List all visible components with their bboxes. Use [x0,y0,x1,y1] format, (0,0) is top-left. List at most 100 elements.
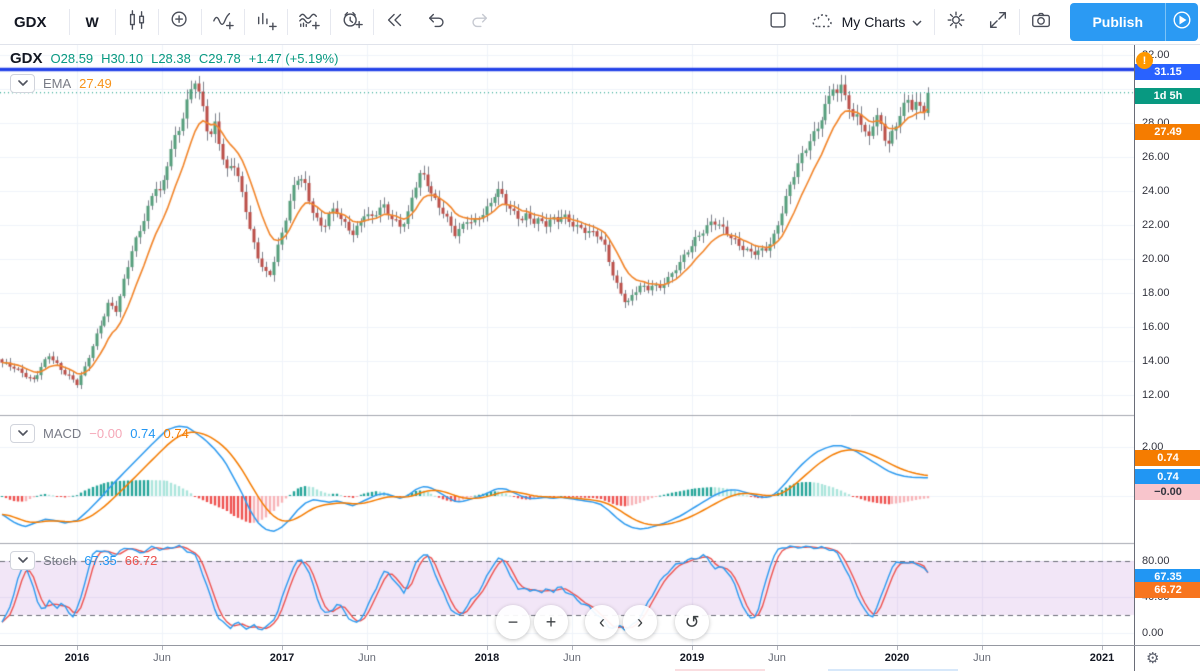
camera-icon [1030,9,1052,36]
time-axis-label: Jun [358,652,376,664]
time-axis-tick [282,646,283,650]
compare-button[interactable] [159,3,201,41]
bar-replay-button[interactable] [374,3,416,41]
axis-price-badge: 1d 5h [1135,88,1200,104]
ema-collapse-button[interactable] [10,74,35,93]
chart-canvas[interactable] [0,45,1134,645]
replay-rewind-icon [384,9,406,36]
time-axis-tick [1102,646,1103,650]
time-axis-label: 2016 [65,652,89,664]
scroll-left-button[interactable]: ‹ [585,605,619,639]
fullscreen-icon [987,9,1009,36]
publish-idea-menu-button[interactable] [1165,3,1198,41]
my-charts-label: My Charts [842,14,906,30]
axis-tick-label: 16.00 [1142,321,1170,333]
axis-price-badge: 0.74 [1135,450,1200,466]
time-axis-tick [487,646,488,650]
axis-tick-label: 12.00 [1142,389,1170,401]
chevron-down-icon [912,14,922,30]
ema-value: 27.49 [79,76,112,91]
time-axis-tick [367,646,368,650]
axis-tick-label: 14.00 [1142,355,1170,367]
time-axis-label: 2017 [270,652,294,664]
fullscreen-button[interactable] [977,3,1019,41]
stoch-collapse-button[interactable] [10,551,35,570]
zoom-in-button[interactable]: + [534,605,568,639]
legend-close: C29.78 [199,51,241,66]
publish-button[interactable]: Publish [1070,3,1165,41]
gear-icon [945,9,967,36]
reset-view-button[interactable]: ↺ [675,605,709,639]
symbol-search-button[interactable]: GDX [0,14,69,31]
undo-icon [426,9,448,36]
bar-pattern-add-icon [255,9,277,36]
candlestick-style-button[interactable] [116,3,158,41]
time-axis-label: 2021 [1090,652,1114,664]
macd-signal-value: 0.74 [164,426,189,441]
redo-icon [468,9,490,36]
time-axis-tick [162,646,163,650]
axis-price-badge: −0.00 [1135,484,1200,500]
indicator-templates-button[interactable] [288,3,330,41]
interval-button[interactable]: W [70,14,115,30]
undo-button[interactable] [416,3,458,41]
zoom-out-button[interactable]: − [496,605,530,639]
time-axis-tick [982,646,983,650]
legend-open: O28.59 [51,51,94,66]
layout-select-button[interactable] [757,3,799,41]
my-charts-menu[interactable]: My Charts [799,12,935,33]
time-axis-tick [777,646,778,650]
legend-symbol: GDX [10,50,43,67]
axis-tick-label: 22.00 [1142,219,1170,231]
time-axis-label: Jun [768,652,786,664]
price-scale[interactable]: 32.0028.0026.0024.0022.0020.0018.0016.00… [1134,45,1200,645]
axis-tick-label: 24.00 [1142,185,1170,197]
legend-low: L28.38 [151,51,191,66]
axis-corner-separator [1134,646,1135,671]
chart-properties-button[interactable] [935,3,977,41]
time-axis-tick [77,646,78,650]
indicator-template-add-icon [298,9,320,36]
time-scale[interactable]: 2016Jun2017Jun2018Jun2019Jun2020Jun2021⚙ [0,645,1200,671]
axis-price-badge: 27.49 [1135,124,1200,140]
alert-marker-icon[interactable]: ! [1136,52,1153,69]
time-axis-label: 2020 [885,652,909,664]
legend-change: +1.47 (+5.19%) [249,51,339,66]
candlestick-icon [126,9,148,36]
scroll-right-button[interactable]: › [623,605,657,639]
snapshot-button[interactable] [1020,3,1062,41]
time-axis-label: Jun [153,652,171,664]
compare-add-icon [169,9,191,36]
stoch-name: Stoch [43,553,76,568]
scale-settings-gear-icon[interactable]: ⚙ [1146,649,1159,667]
stoch-k-value: 67.35 [84,553,117,568]
ema-name: EMA [43,76,71,91]
indicator-add-icon [212,9,234,36]
indicators-button[interactable] [202,3,244,41]
alert-button[interactable] [331,3,373,41]
axis-tick-label: 26.00 [1142,151,1170,163]
time-axis-label: Jun [563,652,581,664]
macd-hist-value: −0.00 [89,426,122,441]
axis-tick-label: 0.00 [1142,627,1163,639]
bar-patterns-button[interactable] [245,3,287,41]
time-axis-tick [897,646,898,650]
axis-tick-label: 80.00 [1142,555,1170,567]
top-toolbar: GDX W My Charts Publish [0,0,1200,45]
main-symbol-legend[interactable]: GDX O28.59 H30.10 L28.38 C29.78 +1.47 (+… [10,50,338,67]
time-axis-label: 2019 [680,652,704,664]
tradingview-chart-window: GDX W My Charts Publish [0,0,1200,671]
time-axis-tick [572,646,573,650]
play-circle-icon [1171,9,1193,36]
axis-tick-label: 20.00 [1142,253,1170,265]
macd-name: MACD [43,426,81,441]
macd-collapse-button[interactable] [10,424,35,443]
macd-legend: MACD −0.00 0.74 0.74 [10,424,189,443]
time-axis-label: 2018 [475,652,499,664]
legend-high: H30.10 [101,51,143,66]
time-axis-tick [692,646,693,650]
macd-line-value: 0.74 [130,426,155,441]
axis-price-badge: 0.74 [1135,469,1200,485]
redo-button[interactable] [458,3,500,41]
stoch-d-value: 66.72 [125,553,158,568]
